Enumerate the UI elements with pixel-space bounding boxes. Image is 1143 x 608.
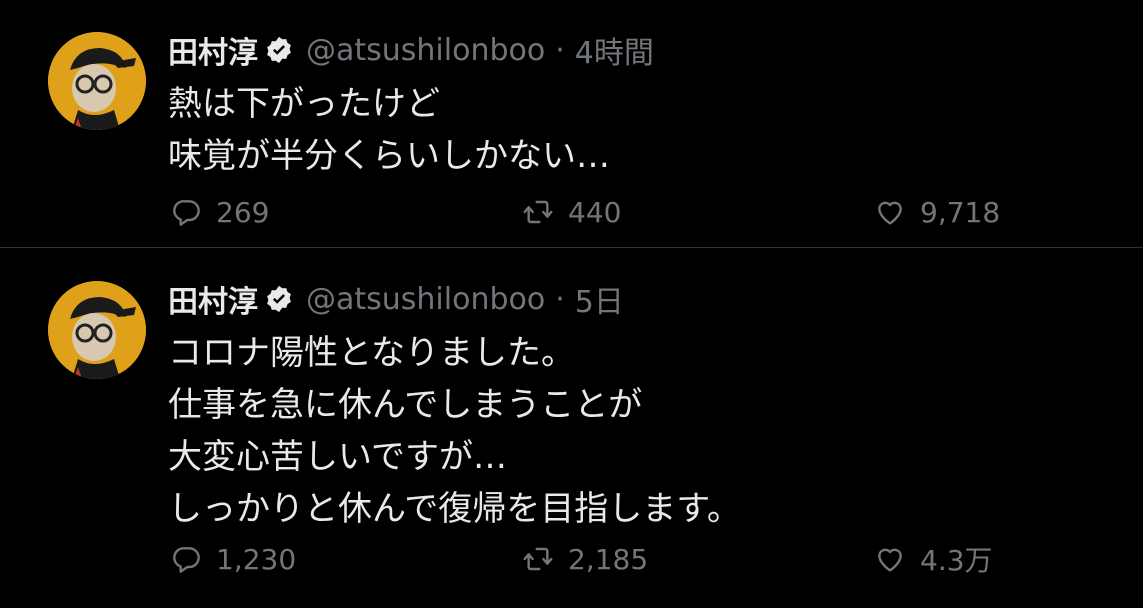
reply-button[interactable]: 269 — [170, 192, 269, 232]
verified-badge-icon — [264, 284, 294, 314]
tweet-text-line: コロナ陽性となりました。 — [168, 333, 575, 373]
display-name[interactable]: 田村淳 — [168, 277, 258, 321]
tweet-text-line: 熱は下がったけど — [168, 84, 440, 124]
tweet-actions: 1,230 2,185 4.3万 — [0, 539, 1143, 579]
tweet-text-line: しっかりと休んで復帰を目指します。 — [168, 489, 741, 529]
tweet[interactable]: 田村淳 @atsushilonboo · 5日 コロナ陽性となりました。 仕事を… — [0, 249, 1143, 608]
separator-dot: · — [555, 32, 565, 68]
like-button[interactable]: 4.3万 — [874, 539, 993, 579]
retweet-button[interactable]: 440 — [522, 192, 621, 232]
timestamp[interactable]: 4時間 — [575, 28, 654, 72]
tweet-text: 熱は下がったけど 味覚が半分くらいしかない… — [168, 78, 610, 182]
reply-count: 1,230 — [216, 542, 297, 576]
tweet-text-line: 味覚が半分くらいしかない… — [168, 136, 610, 176]
tweet-text: コロナ陽性となりました。 仕事を急に休んでしまうことが 大変心苦しいですが… し… — [168, 327, 741, 535]
verified-badge-icon — [264, 35, 294, 65]
handle[interactable]: @atsushilonboo — [306, 33, 545, 68]
heart-icon — [878, 201, 902, 225]
handle[interactable]: @atsushilonboo — [306, 282, 545, 317]
tweet-actions: 269 440 9,718 — [0, 192, 1143, 232]
avatar[interactable] — [48, 281, 146, 379]
avatar[interactable] — [48, 32, 146, 130]
retweet-button[interactable]: 2,185 — [522, 539, 648, 579]
reply-count: 269 — [216, 195, 270, 229]
tweet-header: 田村淳 @atsushilonboo · 5日 — [168, 277, 624, 321]
reply-icon — [173, 547, 200, 573]
tweet[interactable]: 田村淳 @atsushilonboo · 4時間 熱は下がったけど 味覚が半分く… — [0, 0, 1143, 248]
timestamp[interactable]: 5日 — [575, 277, 624, 321]
heart-icon — [878, 548, 902, 572]
tweet-text-line: 大変心苦しいですが… — [168, 437, 507, 477]
like-count: 4.3万 — [920, 544, 993, 577]
retweet-count: 2,185 — [568, 542, 649, 576]
reply-button[interactable]: 1,230 — [170, 539, 296, 579]
separator-dot: · — [555, 281, 565, 317]
tweet-header: 田村淳 @atsushilonboo · 4時間 — [168, 28, 654, 72]
retweet-count: 440 — [568, 195, 622, 229]
like-count: 9,718 — [920, 195, 1001, 229]
reply-icon — [173, 200, 200, 226]
retweet-icon — [523, 547, 553, 571]
display-name[interactable]: 田村淳 — [168, 28, 258, 72]
like-button[interactable]: 9,718 — [874, 192, 1000, 232]
tweet-text-line: 仕事を急に休んでしまうことが — [168, 385, 643, 425]
retweet-icon — [523, 200, 553, 224]
